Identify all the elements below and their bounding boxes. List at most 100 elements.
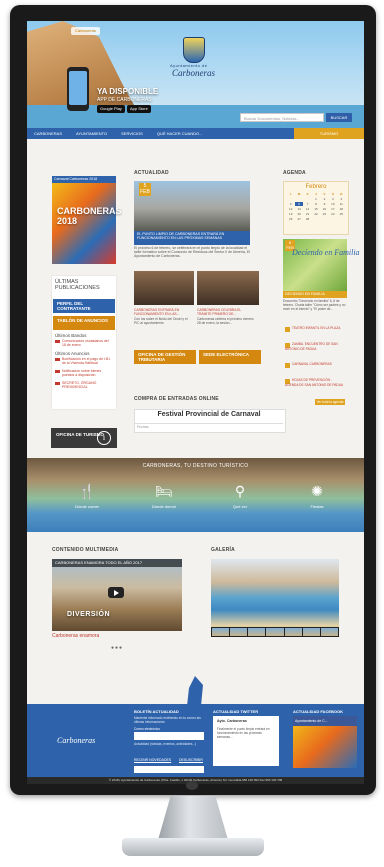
recibir-novedades-button[interactable]: RECIBIR NOVEDADES: [134, 758, 171, 762]
news-thumb-1-title[interactable]: CARBONERAS ENTRARÁ EN FUNCIONAMIENTO EN …: [134, 308, 192, 316]
video-caption[interactable]: Carboneras enamora: [52, 633, 99, 639]
gallery-thumb[interactable]: [302, 628, 320, 636]
calendar-widget: Febrero L M X J V S D 1 2 3 4 5 6 7 8 9 10 11 12 13 14 15 16 17…: [283, 181, 349, 235]
calendar-day[interactable]: 7: [304, 202, 311, 206]
news-thumb-1[interactable]: [134, 271, 194, 305]
anuncio-link-1[interactable]: Bonificación en el pago de I.B.I. de la …: [62, 357, 112, 365]
news-main-image[interactable]: [134, 181, 250, 231]
calendar-day[interactable]: 3: [329, 197, 336, 201]
gallery-thumb[interactable]: [230, 628, 248, 636]
news-main-headline[interactable]: EL PUNTO LIMPIO DE CARBONERAS ENTRARÁ EN…: [134, 231, 250, 245]
calendar-day[interactable]: 23: [321, 212, 328, 216]
calendar-day[interactable]: 19: [287, 212, 294, 216]
destino-label-comer[interactable]: Dónde comer: [67, 504, 107, 509]
monitor-frame: Carboneras YA DISPONIBLE APP DE CARBONER…: [10, 5, 376, 795]
footer-logo[interactable]: Carboneras: [57, 736, 95, 745]
destino-label-ver[interactable]: Qué ver: [220, 504, 260, 509]
calendar-day[interactable]: 20: [295, 212, 302, 216]
app-store-badge[interactable]: App Store: [127, 105, 151, 113]
calendar-day[interactable]: 18: [338, 207, 345, 211]
cutlery-icon[interactable]: 🍴: [77, 481, 97, 501]
gallery-thumb[interactable]: [248, 628, 266, 636]
gallery-main-image[interactable]: [211, 559, 339, 637]
calendar-day[interactable]: 5: [287, 202, 294, 206]
fireworks-icon[interactable]: ✺: [307, 481, 327, 501]
twitter-user[interactable]: Ayto. Carboneras: [217, 719, 247, 723]
ver-agenda-button[interactable]: Ver toda la agenda: [315, 399, 345, 405]
binoculars-icon[interactable]: ⚲: [230, 481, 250, 501]
calendar-day[interactable]: 17: [329, 207, 336, 211]
purchase-date-field[interactable]: Fechas: [135, 423, 283, 430]
calendar-day[interactable]: 2: [321, 197, 328, 201]
calendar-day[interactable]: 10: [329, 202, 336, 206]
town-name[interactable]: Carboneras: [172, 68, 215, 78]
gallery-thumb[interactable]: [212, 628, 230, 636]
calendar-weekday: X: [306, 192, 309, 196]
agenda-item[interactable]: CARNAVAL CARBONERAS: [285, 362, 345, 368]
calendar-day[interactable]: 24: [329, 212, 336, 216]
gallery-thumb[interactable]: [266, 628, 284, 636]
nav-item-que-hacer[interactable]: QUÉ HACER CUANDO...: [150, 131, 210, 136]
agenda-item[interactable]: HOJAS DE PREVENCIÓN - AGENDA DE SAN ANTO…: [285, 378, 345, 388]
calendar-weekday: D: [340, 192, 343, 196]
desuscribir-button[interactable]: DESUSCRIBIR: [179, 758, 203, 762]
anuncio-link-2[interactable]: Notificación sobre bienes puestos a disp…: [62, 369, 112, 377]
agenda-item[interactable]: ZAMBA. ENCUENTRO DE SAN ANTONIO DE PADUA: [285, 342, 345, 352]
gallery-thumb[interactable]: [284, 628, 302, 636]
newsletter-checkbox-label[interactable]: Actualidad (noticias, eventos, actividad…: [134, 742, 204, 746]
calendar-day[interactable]: 28: [304, 217, 311, 221]
calendar-day[interactable]: 22: [312, 212, 319, 216]
facebook-heading: ACTUALIDAD FACEBOOK: [293, 709, 343, 714]
calendar-day[interactable]: 16: [321, 207, 328, 211]
calendar-day[interactable]: 14: [304, 207, 311, 211]
bed-icon[interactable]: 🛏: [154, 481, 174, 501]
calendar-day[interactable]: 26: [287, 217, 294, 221]
twitter-widget[interactable]: [213, 716, 279, 766]
facebook-page-name[interactable]: Ayuntamiento de C...: [293, 716, 357, 726]
sede-electronica-button[interactable]: SEDE ELECTRÓNICA: [199, 350, 261, 364]
bando-link[interactable]: Comunicación ciudadanos del 18 de enero: [62, 339, 112, 347]
calendar-day[interactable]: 27: [295, 217, 302, 221]
gestion-tributaria-button[interactable]: OFICINA DE GESTIÓN TRIBUTARIA: [134, 350, 196, 364]
email-field[interactable]: [134, 732, 204, 740]
boletin-text: Mantente informado recibiendo en tu corr…: [134, 716, 201, 724]
google-play-badge[interactable]: Google Play: [97, 105, 125, 113]
gallery-thumb[interactable]: [320, 628, 338, 636]
monitor-logo-icon: [186, 781, 198, 790]
town-crest-icon[interactable]: [183, 37, 205, 63]
search-input[interactable]: Buscar Documentos, Noticias...: [240, 113, 324, 122]
play-icon[interactable]: [108, 587, 124, 598]
nav-item-carboneras[interactable]: CARBONERAS: [27, 131, 69, 136]
calendar-day[interactable]: 13: [295, 207, 302, 211]
nav-item-servicios[interactable]: SERVICIOS: [114, 131, 150, 136]
agenda-item[interactable]: TEATRO INFANTIL EN LA PLAZA: [285, 326, 345, 332]
calendar-day[interactable]: 8: [312, 202, 319, 206]
calendar-day[interactable]: 6: [295, 202, 303, 206]
calendar-day[interactable]: 9: [321, 202, 328, 206]
news-thumb-2-title[interactable]: CARBONERAS CELEBRA EL TRÁMITE PRIMERO DE…: [197, 308, 255, 316]
calendar-day: [312, 217, 319, 221]
news-thumb-2[interactable]: [197, 271, 259, 305]
nav-item-ayuntamiento[interactable]: AYUNTAMIENTO: [69, 131, 114, 136]
calendar-day[interactable]: 25: [338, 212, 345, 216]
tablon-anuncios-button[interactable]: TABLÓN DE ANUNCIOS: [53, 316, 115, 330]
multimedia-title: CONTENIDO MULTIMEDIA: [52, 547, 119, 553]
calendar-day[interactable]: 21: [304, 212, 311, 216]
calendar-day[interactable]: 4: [338, 197, 345, 201]
calendar-day[interactable]: 11: [338, 202, 345, 206]
calendar-day[interactable]: 1: [312, 197, 319, 201]
purchase-event-title[interactable]: Festival Provincial de Carnaval: [134, 411, 284, 418]
calendar-day[interactable]: 12: [287, 207, 294, 211]
perfil-contratante-button[interactable]: PERFIL DEL CONTRATANTE: [53, 299, 115, 313]
carousel-dots[interactable]: ●●●: [111, 645, 123, 651]
top-badge[interactable]: Carboneras: [71, 27, 100, 35]
agenda-event-caption[interactable]: DECIENDO EN FAMILIA: [283, 291, 347, 298]
nav-item-turismo[interactable]: TURISMO: [294, 128, 364, 139]
calendar-day[interactable]: 15: [312, 207, 319, 211]
footer-rock-silhouette: [187, 676, 203, 706]
desuscribir-email-field[interactable]: [134, 766, 204, 773]
anuncio-link-3[interactable]: SECRETO, ÓRGANO PRESIDENCIAL: [62, 381, 112, 389]
search-button[interactable]: BUSCAR: [326, 113, 352, 122]
destino-label-dormir[interactable]: Dónde dormir: [144, 504, 184, 509]
destino-label-fiestas[interactable]: Fiestas: [297, 504, 337, 509]
